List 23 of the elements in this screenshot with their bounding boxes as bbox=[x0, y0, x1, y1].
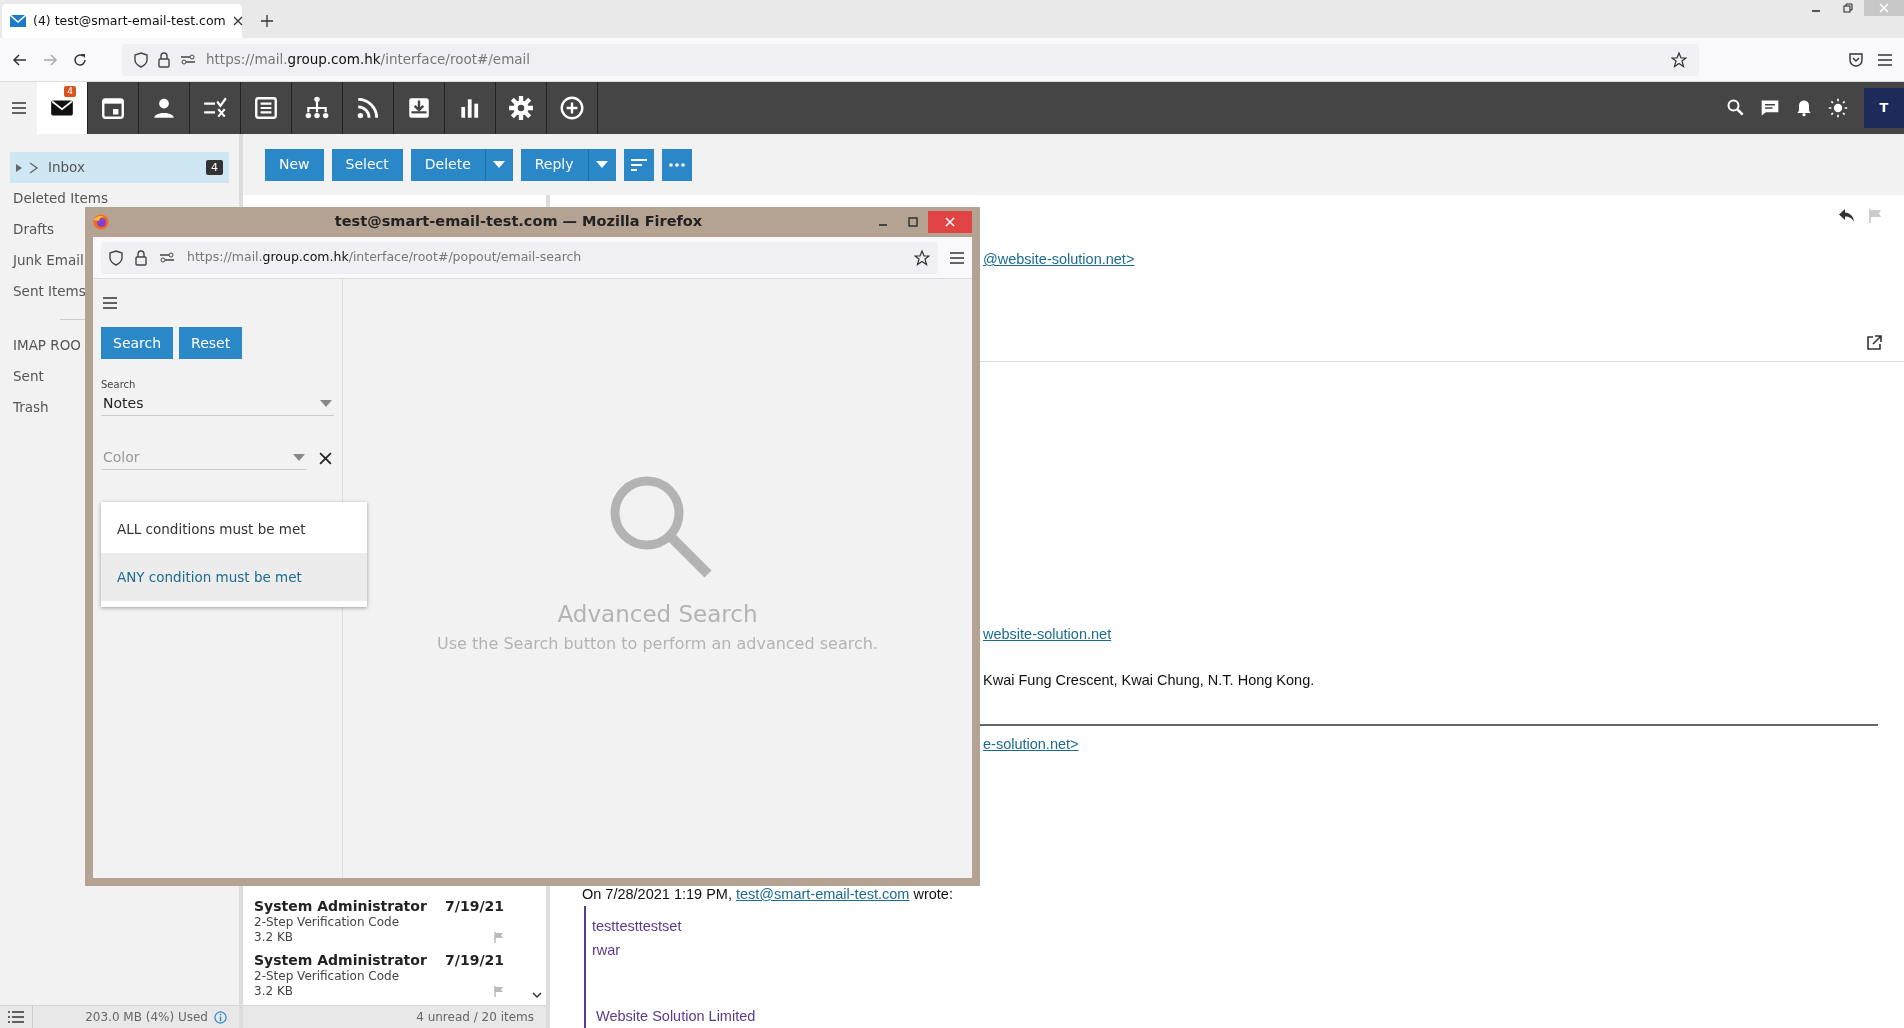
tab-title: (4) test@smart-email-test.com bbox=[33, 11, 226, 30]
list-status: 4 unread / 20 items bbox=[416, 1009, 534, 1026]
empty-state-hint: Use the Search button to perform an advanced search. bbox=[437, 632, 878, 655]
field-label: Search bbox=[101, 378, 137, 392]
quoted-text: rwar bbox=[592, 940, 622, 960]
message-subject: 2-Step Verification Code bbox=[254, 915, 401, 930]
message-size: 3.2 KB bbox=[254, 930, 293, 945]
message-size: 3.2 KB bbox=[254, 984, 293, 999]
quote-header: On 7/28/2021 1:19 PM, test@smart-email-test.com wrote: bbox=[582, 884, 954, 904]
message-sender: System Administrator bbox=[254, 951, 427, 969]
popup-title: test@smart-email-test.com — Mozilla Firefox bbox=[333, 212, 704, 232]
unread-badge: 4 bbox=[64, 86, 76, 97]
account-label: IMAP ROO bbox=[12, 336, 82, 356]
message-subject: 2-Step Verification Code bbox=[254, 969, 401, 984]
unread-count: 4 bbox=[206, 160, 223, 175]
empty-state-title: Advanced Search bbox=[557, 600, 758, 629]
message-sender: System Administrator bbox=[254, 897, 427, 915]
message-date: 7/19/21 bbox=[445, 951, 504, 969]
address-text: Kwai Fung Crescent, Kwai Chung, N.T. Hong Kong. bbox=[983, 672, 1315, 688]
quoted-text: testtesttestset bbox=[592, 916, 683, 936]
signature-text: Website Solution Limited bbox=[595, 1006, 757, 1026]
message-date: 7/19/21 bbox=[445, 897, 504, 915]
storage-usage: 203.0 MB (4%) Used bbox=[85, 1009, 208, 1026]
